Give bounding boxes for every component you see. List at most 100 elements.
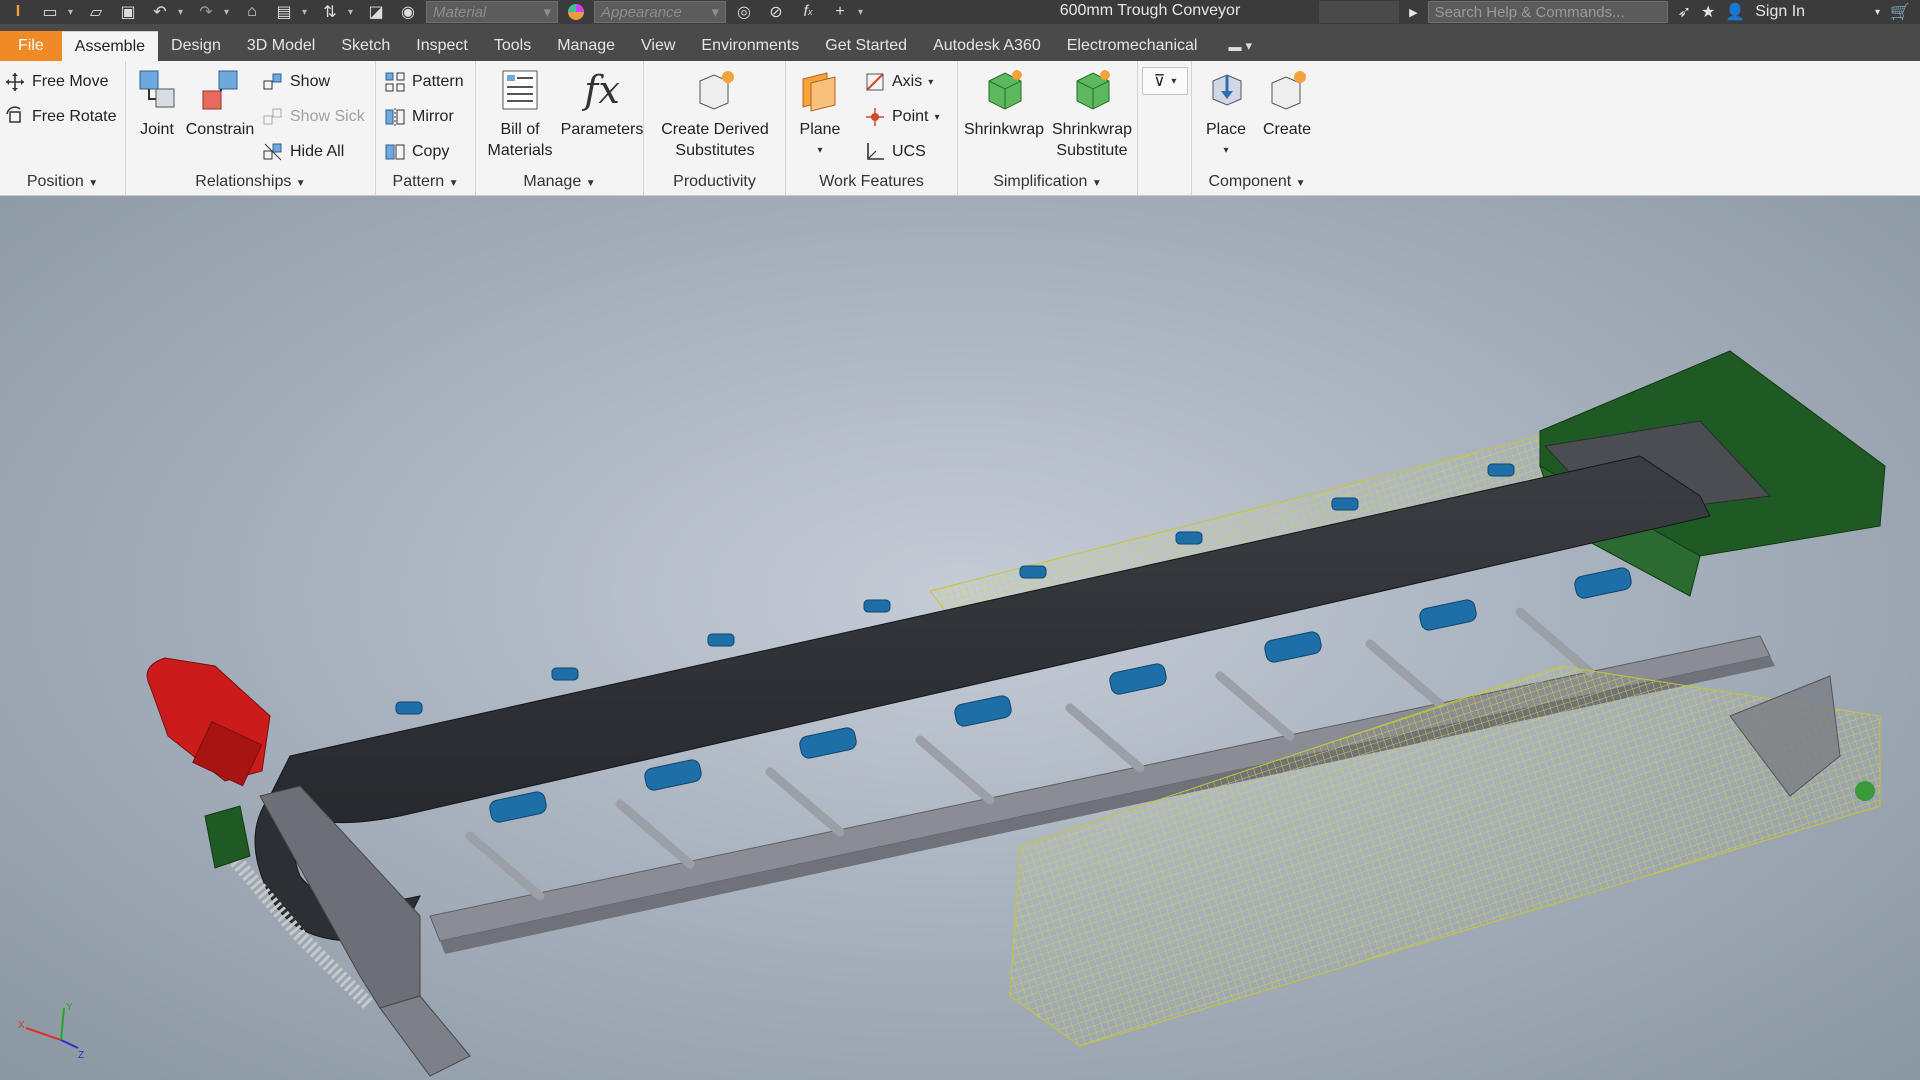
tab-tools[interactable]: Tools [481, 31, 544, 61]
panel-title-productivity[interactable]: Productivity [644, 169, 785, 195]
measure-icon[interactable]: ◪ [362, 1, 390, 23]
appearance-combo[interactable]: Appearance ▾ [594, 1, 726, 23]
place-button[interactable]: Place ▾ [1194, 67, 1258, 161]
drive-motor[interactable] [146, 657, 271, 869]
panel-title-text: Productivity [673, 173, 756, 190]
shrinkwrap-substitute-icon [1076, 70, 1110, 110]
select-icon[interactable]: ▤ [270, 1, 298, 23]
user-icon[interactable]: 👤 [1725, 2, 1745, 22]
point-label: Point [892, 108, 929, 125]
fx-icon[interactable]: fx [794, 1, 822, 23]
tab-assemble[interactable]: Assemble [61, 31, 159, 61]
show-sick-button[interactable]: Show Sick [262, 106, 365, 128]
redo-icon[interactable]: ↷ [192, 1, 220, 23]
view-triad[interactable]: X Y Z [16, 1000, 86, 1060]
tab-sketch[interactable]: Sketch [328, 31, 403, 61]
free-move-button[interactable]: Free Move [4, 71, 108, 93]
home-icon[interactable]: ⌂ [238, 1, 266, 23]
update-icon[interactable]: ⇅ [316, 1, 344, 23]
show-sick-label: Show Sick [290, 108, 365, 125]
graphics-viewport[interactable]: X Y Z [0, 196, 1920, 1080]
material-combo[interactable]: Material ▾ [426, 1, 558, 23]
open-icon[interactable]: ▱ [82, 1, 110, 23]
new-dropdown-icon[interactable]: ▾ [68, 7, 78, 18]
axis-icon [866, 73, 884, 91]
create-derived-label-1: Create Derived [661, 121, 769, 138]
ucs-icon [867, 143, 884, 160]
undo-icon[interactable]: ↶ [146, 1, 174, 23]
shrinkwrap-label: Shrinkwrap [963, 121, 1045, 138]
pattern-button[interactable]: Pattern [384, 71, 464, 93]
place-component-icon [1212, 74, 1242, 106]
panel-title-relationships[interactable]: Relationships ▼ [126, 169, 375, 195]
quick-access-toolbar: I ▭ ▾ ▱ ▣ ↶ ▾ ↷ ▾ ⌂ ▤ ▾ ⇅ ▾ ◪ ◉ Material… [0, 0, 868, 24]
customize-dropdown-icon[interactable]: ▾ [858, 7, 868, 18]
material-combo-text: Material [433, 3, 487, 21]
tab-inspect[interactable]: Inspect [403, 31, 481, 61]
free-move-icon [6, 73, 24, 91]
tab-get-started[interactable]: Get Started [812, 31, 920, 61]
hide-all-button[interactable]: Hide All [262, 141, 344, 163]
sign-in-dropdown-icon[interactable]: ▾ [1875, 7, 1880, 18]
cart-icon[interactable]: 🛒 [1890, 2, 1910, 22]
plane-icon [802, 72, 836, 112]
triad-y-label: Y [66, 1002, 73, 1013]
redo-dropdown-icon[interactable]: ▾ [224, 7, 234, 18]
color-override-icon[interactable]: ◉ [394, 1, 422, 23]
appearance-sphere-icon[interactable] [562, 1, 590, 23]
mirror-button[interactable]: Mirror [384, 106, 454, 128]
show-button[interactable]: Show [262, 71, 330, 93]
update-dropdown-icon[interactable]: ▾ [348, 7, 358, 18]
panel-title-pattern[interactable]: Pattern ▼ [376, 169, 475, 195]
panel-relationships: Joint Constrain Show Show Sick Hide All … [126, 61, 376, 195]
tab-manage[interactable]: Manage [544, 31, 628, 61]
bill-of-materials-button[interactable]: Bill of Materials [480, 67, 560, 161]
select-dropdown-icon[interactable]: ▾ [302, 7, 312, 18]
shrinkwrap-button[interactable]: Shrinkwrap [960, 67, 1048, 140]
save-icon[interactable]: ▣ [114, 1, 142, 23]
app-menu-icon[interactable]: I [4, 1, 32, 23]
constrain-icon [202, 70, 238, 110]
copy-label: Copy [412, 143, 450, 160]
show-sick-icon [263, 108, 282, 125]
panel-title-position[interactable]: Position ▼ [0, 169, 125, 195]
plane-button[interactable]: Plane ▾ [792, 67, 848, 161]
tab-3d-model[interactable]: 3D Model [234, 31, 328, 61]
shrinkwrap-substitute-button[interactable]: Shrinkwrap Substitute [1048, 67, 1136, 161]
clear-appearance-icon[interactable]: ⊘ [762, 1, 790, 23]
panel-title-simplification[interactable]: Simplification ▼ [958, 169, 1137, 195]
tab-file[interactable]: File [0, 31, 62, 61]
expand-icon[interactable]: ▶ [1409, 6, 1417, 19]
undo-dropdown-icon[interactable]: ▾ [178, 7, 188, 18]
ribbon-display-options[interactable]: ▬ ▾ [1228, 31, 1252, 61]
search-options-icon[interactable]: ➶ [1678, 2, 1691, 22]
point-button[interactable]: Point ▾ [864, 106, 940, 128]
panel-title-work-features[interactable]: Work Features [786, 169, 957, 195]
title-bar: I ▭ ▾ ▱ ▣ ↶ ▾ ↷ ▾ ⌂ ▤ ▾ ⇅ ▾ ◪ ◉ Material… [0, 0, 1920, 24]
panel-title-component[interactable]: Component ▼ [1192, 169, 1322, 195]
filter-dropdown[interactable]: ⊽ ▾ [1142, 67, 1188, 95]
tab-autodesk-a360[interactable]: Autodesk A360 [920, 31, 1054, 61]
joint-button[interactable]: Joint [132, 67, 182, 140]
free-rotate-button[interactable]: Free Rotate [4, 106, 116, 128]
ucs-button[interactable]: UCS [864, 141, 926, 163]
favorites-star-icon[interactable]: ★ [1701, 2, 1715, 22]
new-icon[interactable]: ▭ [36, 1, 64, 23]
tab-electromechanical[interactable]: Electromechanical [1054, 31, 1211, 61]
chevron-down-icon: ▼ [295, 178, 306, 189]
panel-title-manage[interactable]: Manage ▼ [476, 169, 643, 195]
create-component-button[interactable]: Create [1256, 67, 1318, 140]
parameters-button[interactable]: fx Parameters [560, 67, 644, 140]
plus-icon[interactable]: + [826, 1, 854, 23]
adjust-appearance-icon[interactable]: ◎ [730, 1, 758, 23]
constrain-button[interactable]: Constrain [182, 67, 258, 140]
tab-environments[interactable]: Environments [688, 31, 812, 61]
copy-button[interactable]: Copy [384, 141, 449, 163]
sign-in-link[interactable]: Sign In [1755, 3, 1805, 21]
tab-design[interactable]: Design [158, 31, 234, 61]
tab-view[interactable]: View [628, 31, 688, 61]
conveyor-model[interactable] [0, 196, 1920, 1080]
search-input[interactable]: Search Help & Commands... [1427, 1, 1668, 23]
create-derived-substitutes-button[interactable]: Create Derived Substitutes [650, 67, 780, 161]
axis-button[interactable]: Axis ▾ [864, 71, 933, 93]
